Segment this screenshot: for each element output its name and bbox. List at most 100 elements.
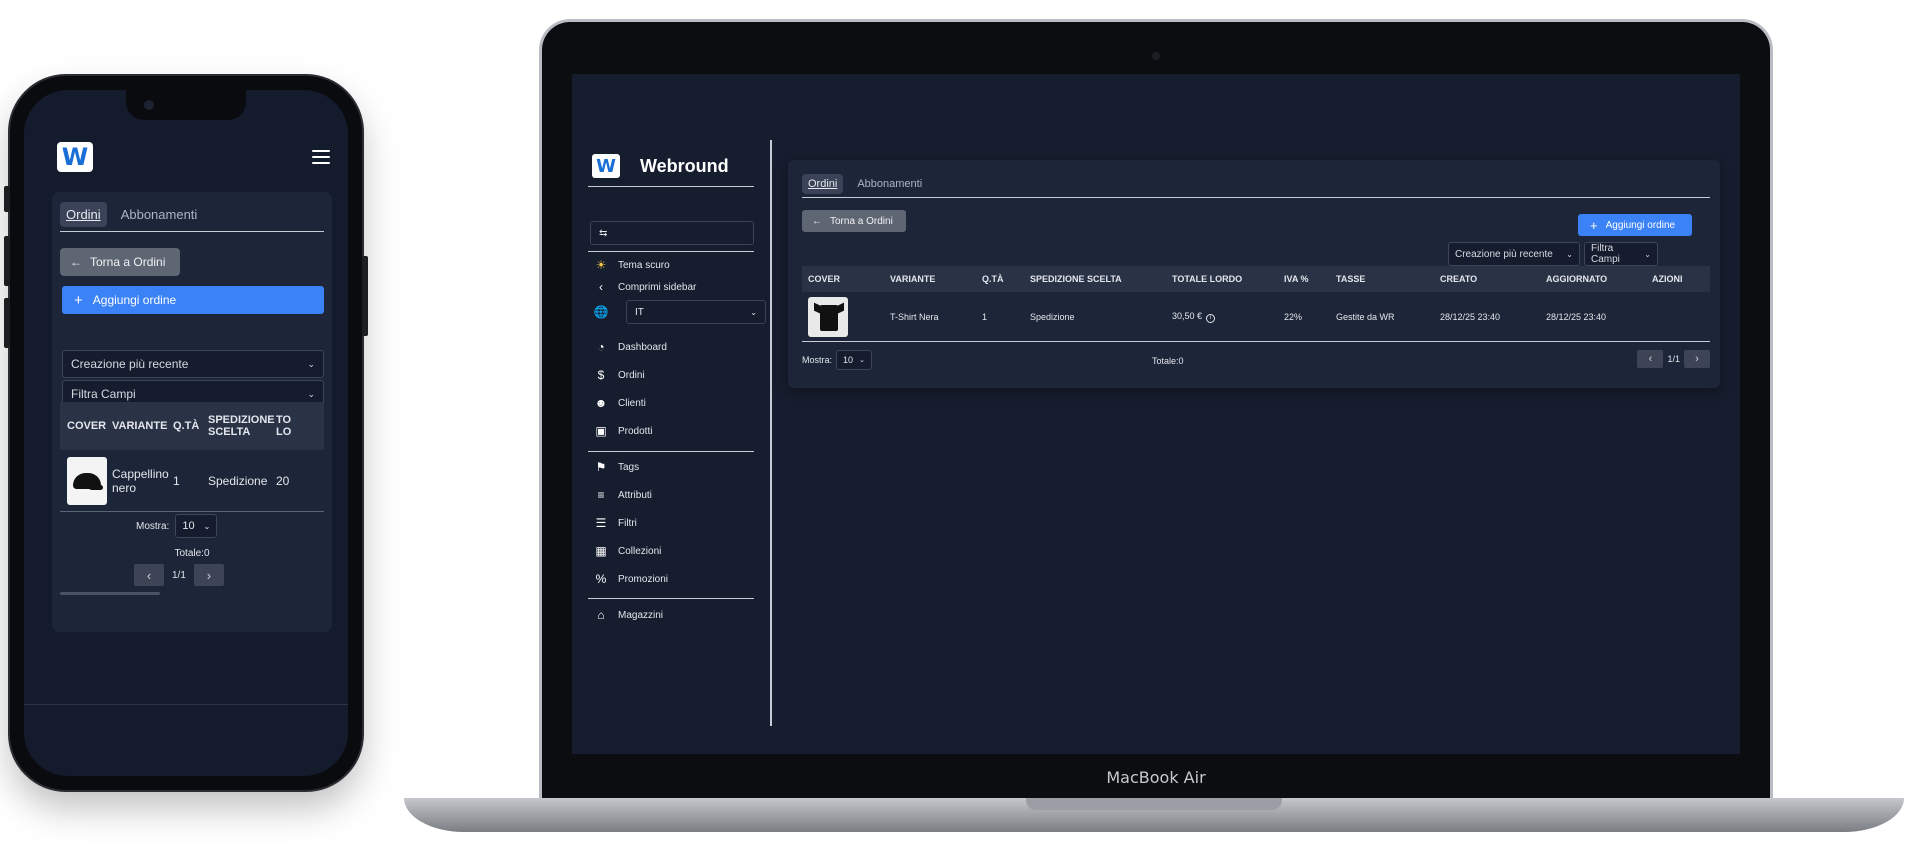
next-page-button[interactable]: › — [193, 564, 224, 586]
pagination: ‹ 1/1 › — [1637, 350, 1710, 368]
column-header[interactable]: AZIONI — [1646, 274, 1706, 284]
tab-abbonamenti[interactable]: Abbonamenti — [115, 202, 204, 227]
page-indicator: 1/1 — [1667, 354, 1680, 364]
sidebar-item-collezioni[interactable]: ▦ Collezioni — [594, 544, 661, 558]
filter-value: Filtra Campi — [1591, 243, 1620, 265]
sidebar-item-filtri[interactable]: ☰ Filtri — [594, 516, 637, 530]
sort-select[interactable]: Creazione più recente ⌄ — [1448, 242, 1580, 266]
percent-icon: % — [595, 572, 607, 586]
taxes-cell: Gestite da WR — [1336, 311, 1395, 322]
folder-icon: ▦ — [595, 544, 607, 558]
cover-cell — [60, 456, 107, 505]
laptop-camera — [1152, 52, 1160, 60]
sidebar-divider — [588, 598, 754, 599]
column-header[interactable]: SPEDIZIONE SCELTA — [1024, 274, 1166, 284]
logo-letter: W — [61, 143, 89, 171]
column-header[interactable]: AGGIORNATO — [1540, 274, 1646, 284]
page-size-control: Mostra: 10 ⌄ — [136, 514, 218, 538]
arrow-left-icon: ← — [70, 255, 82, 269]
sidebar-item-label: Ordini — [618, 369, 645, 381]
arrow-left-icon: ← — [812, 215, 822, 227]
laptop-base — [404, 798, 1904, 832]
sidebar-item-ordini[interactable]: $ Ordini — [594, 368, 645, 382]
column-header[interactable]: Q.TÀ — [166, 420, 201, 432]
column-header[interactable]: TOTALE LORDO — [1166, 274, 1278, 284]
language-select[interactable]: IT ⌄ — [626, 300, 766, 324]
show-label: Mostra: — [136, 520, 170, 532]
logo[interactable]: W — [57, 142, 93, 172]
column-header[interactable]: VARIANTE — [884, 274, 976, 284]
tab-ordini[interactable]: Ordini — [60, 202, 107, 227]
column-header[interactable]: TASSE — [1330, 274, 1434, 284]
chevron-right-icon: › — [206, 567, 212, 583]
table-row[interactable]: T-Shirt Nera 1 Spedizione 30,50 € i 22% G… — [802, 292, 1710, 342]
phone-notch — [126, 90, 246, 120]
sidebar-item-prodotti[interactable]: ▣ Prodotti — [594, 424, 652, 438]
sort-select[interactable]: Creazione più recente ⌄ — [62, 350, 324, 378]
box-icon: ▣ — [595, 424, 607, 438]
total-value: 30,50 € — [1172, 310, 1203, 321]
tab-ordini[interactable]: Ordini — [802, 173, 844, 194]
filter-fields-select[interactable]: Filtra Campi ⌄ — [1584, 242, 1658, 266]
account-switcher[interactable]: ⇆ — [590, 221, 754, 245]
sort-value: Creazione più recente — [71, 357, 189, 371]
column-header[interactable]: SPEDIZIONE SCELTA — [201, 414, 275, 438]
column-header[interactable]: Q.TÀ — [976, 274, 1024, 284]
total-cell: 30,50 € i — [1166, 311, 1278, 323]
sidebar-item-promozioni[interactable]: % Promozioni — [594, 572, 668, 586]
next-page-button[interactable]: › — [1684, 350, 1710, 368]
sidebar-item-clienti[interactable]: ☻ Clienti — [594, 396, 646, 410]
theme-toggle[interactable]: ☀ Tema scuro — [594, 258, 670, 272]
language-value: IT — [635, 306, 644, 318]
total-count: Totale:0 — [174, 548, 210, 559]
logo-letter: W — [596, 155, 616, 177]
sidebar-divider — [588, 451, 754, 452]
collapse-label: Comprimi sidebar — [618, 281, 697, 293]
add-order-button[interactable]: + Aggiungi ordine — [62, 286, 324, 314]
globe-icon: 🌐 — [593, 305, 609, 319]
language-row: 🌐 — [593, 305, 609, 319]
shipping-cell: Spedizione — [1030, 311, 1075, 322]
sidebar: W Webround ⇆ ☀ Tema scuro ‹ Comprimi sid… — [572, 74, 772, 754]
sidebar-item-attributi[interactable]: ≡ Attributi — [594, 488, 651, 502]
tag-icon: ⚑ — [595, 460, 607, 474]
shipping-cell: Spedizione — [208, 473, 268, 488]
info-icon[interactable]: i — [1206, 313, 1216, 323]
sidebar-item-magazzini[interactable]: ⌂ Magazzini — [594, 608, 663, 622]
total-cell: 20 — [276, 473, 290, 488]
phone-mute-switch — [4, 186, 10, 212]
plus-icon: + — [74, 291, 83, 309]
column-header[interactable]: COVER — [60, 420, 106, 432]
sidebar-item-label: Promozioni — [618, 573, 669, 585]
page-size-select[interactable]: 10 ⌄ — [175, 514, 218, 538]
prev-page-button[interactable]: ‹ — [1637, 350, 1664, 368]
created-cell: 28/12/25 23:40 — [1440, 311, 1501, 322]
table-header: COVER VARIANTE Q.TÀ SPEDIZIONE SCELTA TO… — [60, 402, 324, 450]
column-header[interactable]: TO LO — [269, 414, 299, 438]
sidebar-divider — [588, 186, 754, 187]
laptop-model-label: MacBook Air — [1106, 768, 1206, 787]
tab-abbonamenti[interactable]: Abbonamenti — [851, 174, 928, 194]
sidebar-item-tags[interactable]: ⚑ Tags — [594, 460, 640, 474]
add-order-button[interactable]: + Aggiungi ordine — [1578, 214, 1692, 236]
column-header[interactable]: CREATO — [1434, 274, 1540, 284]
hamburger-menu-icon[interactable] — [312, 150, 330, 164]
updated-cell: 28/12/25 23:40 — [1546, 311, 1607, 322]
column-header[interactable]: COVER — [802, 274, 884, 284]
sidebar-divider — [588, 251, 754, 252]
column-header[interactable]: VARIANTE — [105, 420, 167, 432]
sidebar-item-dashboard[interactable]: ◔ Dashboard — [594, 340, 667, 354]
back-to-orders-button[interactable]: ← Torna a Ordini — [802, 210, 906, 232]
sidebar-item-label: Clienti — [618, 397, 646, 409]
page-size-select[interactable]: 10 ⌄ — [836, 350, 873, 370]
horizontal-scrollbar[interactable] — [60, 592, 160, 595]
sort-value: Creazione più recente — [1455, 248, 1553, 260]
column-header[interactable]: IVA % — [1278, 274, 1330, 284]
collapse-sidebar-button[interactable]: ‹ Comprimi sidebar — [594, 280, 696, 294]
prev-page-button[interactable]: ‹ — [134, 564, 164, 586]
chevron-down-icon: ⌄ — [1566, 249, 1573, 259]
logo[interactable]: W — [592, 154, 620, 178]
table-row[interactable]: Cappellino nero 1 Spedizione 20 — [60, 450, 324, 512]
back-to-orders-button[interactable]: ← Torna a Ordini — [60, 248, 180, 276]
pagination: ‹ 1/1 › — [134, 564, 224, 586]
